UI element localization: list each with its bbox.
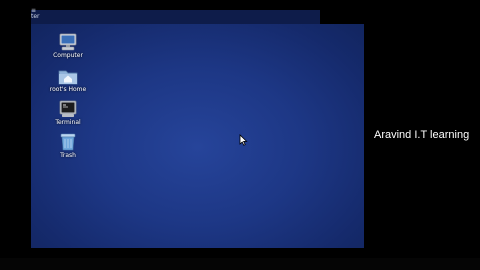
icon-label-computer: Computer	[53, 52, 83, 59]
mouse-pointer-icon	[239, 134, 248, 146]
computer-icon	[59, 33, 77, 51]
desktop-icon-home[interactable]: root's Home	[38, 67, 98, 93]
icon-label-terminal: Terminal	[55, 119, 81, 126]
terminal-icon	[59, 100, 77, 117]
overlay-caption: Aravind I.T learning	[374, 129, 470, 141]
desktop-icon-terminal[interactable]: Terminal	[38, 100, 98, 126]
icon-label-trash: Trash	[60, 152, 76, 159]
desktop-icon-computer[interactable]: Computer	[38, 33, 98, 59]
partial-icon-sliver: ≡ ter	[31, 8, 40, 26]
home-folder-icon	[58, 70, 78, 85]
trash-icon	[60, 133, 76, 151]
desktop-icon-trash[interactable]: Trash	[38, 133, 98, 159]
icon-label-home: root's Home	[49, 86, 87, 93]
bottom-bar	[0, 258, 480, 270]
screen: ≡ ter Computer root's Home Terminal Tras…	[0, 0, 480, 270]
corner-glyph-label: ter	[31, 13, 40, 20]
desktop-top-strip	[31, 10, 320, 24]
